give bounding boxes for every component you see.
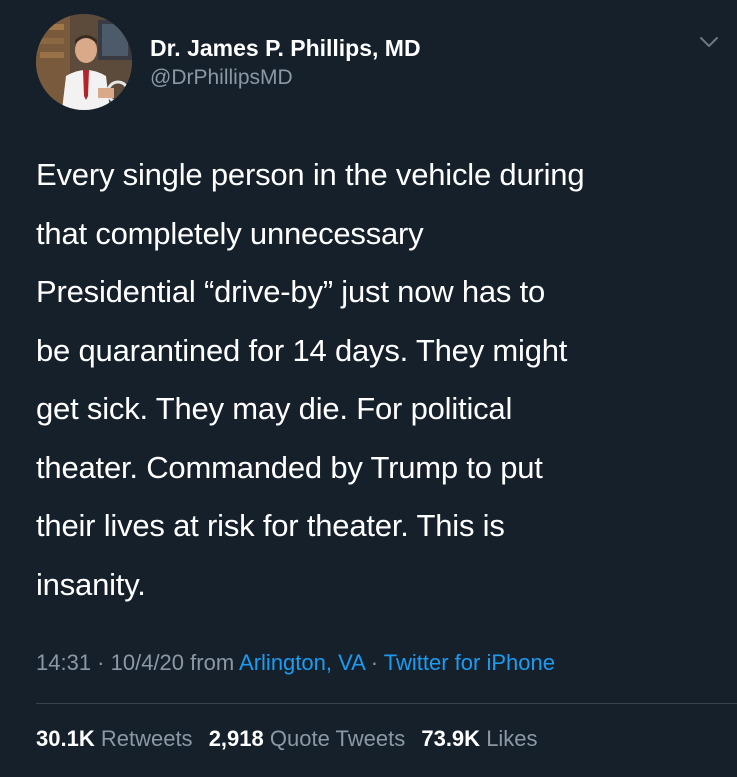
avatar-image xyxy=(36,14,132,110)
tweet-text-line: that completely unnecessary xyxy=(36,215,424,251)
tweet-time[interactable]: 14:31 xyxy=(36,650,91,675)
tweet-header: Dr. James P. Phillips, MD @DrPhillipsMD xyxy=(36,14,737,110)
tweet-meta: 14:31 · 10/4/20 from Arlington, VA · Twi… xyxy=(36,648,555,678)
retweets-stat[interactable]: 30.1K Retweets xyxy=(36,724,193,754)
tweet-text-line: be quarantined for 14 days. They might xyxy=(36,332,568,368)
quote-tweets-stat[interactable]: 2,918 Quote Tweets xyxy=(209,724,406,754)
likes-stat[interactable]: 73.9K Likes xyxy=(421,724,537,754)
tweet-text-line: their lives at risk for theater. This is xyxy=(36,508,505,543)
tweet-text-line: insanity. xyxy=(36,566,146,602)
quote-tweets-label: Quote Tweets xyxy=(269,726,406,751)
divider xyxy=(36,703,737,704)
retweets-count: 30.1K xyxy=(36,726,95,751)
quote-tweets-count: 2,918 xyxy=(208,726,264,751)
likes-count: 73.9K xyxy=(421,726,481,751)
tweet-card: Dr. James P. Phillips, MD @DrPhillipsMD … xyxy=(0,0,737,777)
likes-label: Likes xyxy=(486,726,538,751)
tweet-text-line: Presidential “drive-by” just now has to xyxy=(36,274,546,309)
author-info[interactable]: Dr. James P. Phillips, MD @DrPhillipsMD xyxy=(150,34,421,92)
tweet-stats: 30.1K Retweets 2,918 Quote Tweets 73.9K … xyxy=(36,724,548,754)
tweet-text: Every single person in the vehicle durin… xyxy=(36,146,726,614)
tweet-text-line: theater. Commanded by Trump to put xyxy=(36,449,543,485)
author-display-name[interactable]: Dr. James P. Phillips, MD xyxy=(150,34,421,62)
chevron-down-icon[interactable] xyxy=(697,30,721,54)
tweet-source-link[interactable]: Twitter for iPhone xyxy=(384,650,555,675)
author-handle[interactable]: @DrPhillipsMD xyxy=(150,64,421,92)
tweet-text-line: Every single person in the vehicle durin… xyxy=(36,157,585,192)
meta-from-label: from xyxy=(184,650,240,675)
retweets-label: Retweets xyxy=(100,726,193,751)
tweet-text-line: get sick. They may die. For political xyxy=(36,391,513,426)
avatar[interactable] xyxy=(36,14,132,110)
meta-separator: · xyxy=(364,650,384,675)
tweet-location-link[interactable]: Arlington, VA xyxy=(239,650,365,675)
tweet-date[interactable]: 10/4/20 xyxy=(111,650,184,675)
meta-separator: · xyxy=(91,650,111,675)
